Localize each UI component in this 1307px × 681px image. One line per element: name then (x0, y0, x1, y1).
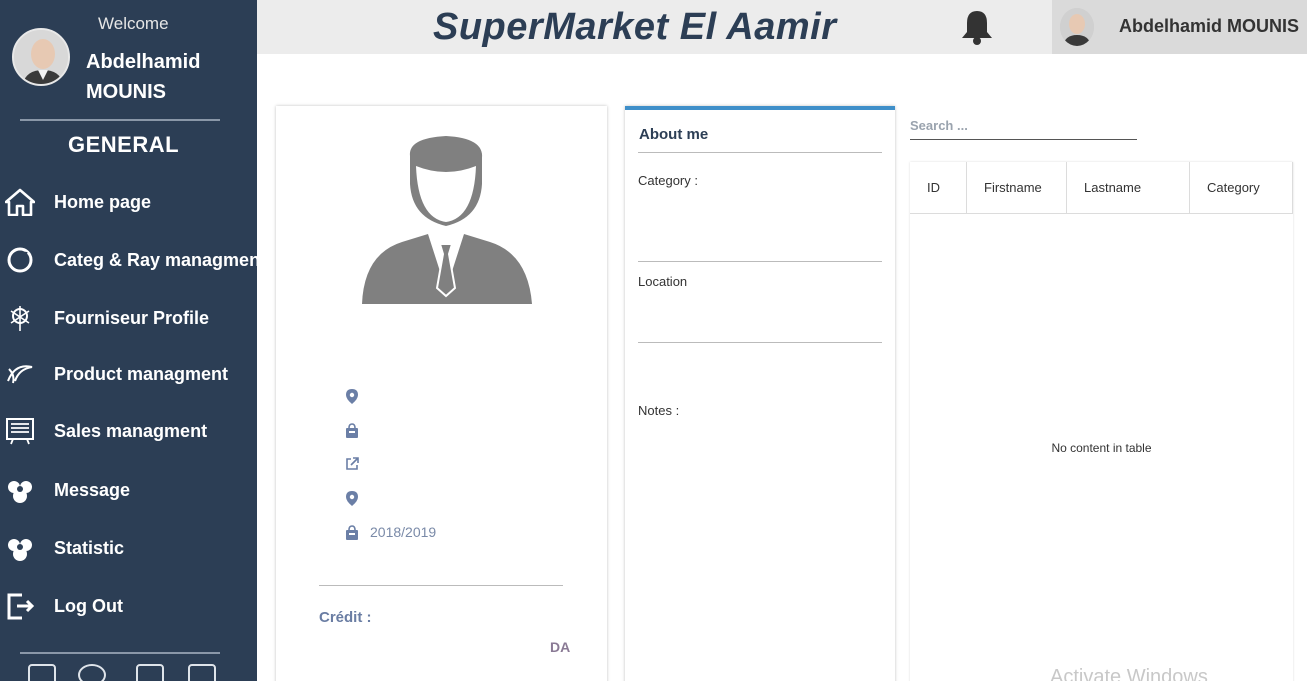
sidebar-item-label: Product managment (54, 363, 229, 384)
sidebar-item-statistic[interactable]: Statistic (0, 526, 257, 570)
sidebar-item-label: Sales managment (54, 420, 208, 441)
topbar: SuperMarket El Aamir Abdelhamid MOUNIS (257, 0, 1307, 54)
location-label: Location (638, 274, 688, 289)
sidebar-divider (20, 652, 220, 654)
empty-table-message: No content in table (1051, 441, 1152, 455)
location-field-line (638, 342, 882, 343)
data-table: ID Firstname Lastname Category No conten… (910, 162, 1293, 681)
notes-label: Notes : (638, 403, 680, 418)
sidebar-item-label: Message (54, 479, 131, 500)
sidebar-item-sales[interactable]: Sales managment (0, 409, 257, 453)
header-user-name: Abdelhamid MOUNIS (1119, 16, 1300, 36)
welcome-text: Welcome (98, 14, 169, 33)
facebook-icon[interactable] (28, 664, 56, 681)
home-icon (4, 186, 36, 218)
bag-icon (342, 523, 362, 541)
instagram-icon[interactable] (136, 664, 164, 681)
sidebar-user-name: Abdelhamid MOUNIS (86, 51, 201, 103)
bell-icon[interactable] (959, 8, 995, 46)
sales-icon (4, 415, 36, 447)
supplier-icon (4, 302, 36, 334)
location-icon (342, 489, 362, 507)
sidebar-section-title: GENERAL (67, 132, 180, 157)
location-icon (342, 387, 362, 405)
about-title: About me (639, 126, 709, 143)
product-icon (4, 358, 36, 390)
profile-info-row (342, 453, 370, 475)
profile-divider (319, 585, 563, 586)
profile-picture (362, 126, 532, 306)
sidebar-item-message[interactable]: Message (0, 468, 257, 512)
sidebar-item-product[interactable]: Product managment (0, 352, 257, 396)
sidebar: Welcome Abdelhamid MOUNIS GENERAL Home p… (0, 0, 266, 681)
credit-unit: DA (550, 639, 571, 655)
sidebar-item-label: Home page (54, 191, 152, 212)
sidebar-item-categ-ray[interactable]: Categ & Ray managment (0, 238, 266, 282)
column-header-id[interactable]: ID (910, 162, 967, 214)
search-input[interactable] (910, 112, 1137, 140)
profile-info-row (342, 385, 370, 407)
sidebar-item-label: Statistic (54, 537, 125, 558)
profile-info-text: 2018/2019 (370, 524, 437, 540)
youtube-icon[interactable] (188, 664, 216, 681)
column-header-firstname[interactable]: Firstname (967, 162, 1067, 214)
app-title: SuperMarket El Aamir (433, 6, 837, 48)
credit-label: Crédit : (319, 609, 372, 626)
sidebar-avatar (12, 28, 70, 86)
sidebar-item-label: Categ & Ray managment (54, 249, 267, 270)
windows-activation-watermark: Activate Windows (1050, 666, 1208, 681)
statistic-icon (4, 532, 36, 564)
about-divider (638, 152, 882, 153)
category-label: Category : (638, 173, 698, 188)
profile-info-row (342, 419, 370, 441)
about-card: About me Category : Location Notes : (625, 106, 895, 681)
sidebar-item-label: Log Out (54, 595, 123, 616)
sidebar-item-home[interactable]: Home page (0, 180, 257, 224)
avatar (1060, 8, 1094, 46)
category-field-line (638, 261, 882, 262)
column-header-category[interactable]: Category (1190, 162, 1293, 214)
sidebar-divider (20, 119, 220, 121)
logout-icon (4, 590, 36, 622)
category-icon (4, 244, 36, 276)
bag-icon (342, 421, 362, 439)
column-header-lastname[interactable]: Lastname (1067, 162, 1190, 214)
profile-info-row (342, 487, 370, 509)
profile-card: 2018/2019 Crédit : DA (276, 106, 607, 681)
user-menu[interactable]: Abdelhamid MOUNIS (1052, 0, 1307, 54)
message-icon (4, 474, 36, 506)
profile-info-row: 2018/2019 (342, 521, 436, 543)
sidebar-item-fourniseur[interactable]: Fourniseur Profile (0, 296, 257, 340)
github-icon[interactable] (78, 664, 106, 681)
sidebar-item-label: Fourniseur Profile (54, 307, 210, 328)
external-link-icon (342, 455, 362, 473)
sidebar-item-logout[interactable]: Log Out (0, 584, 257, 628)
